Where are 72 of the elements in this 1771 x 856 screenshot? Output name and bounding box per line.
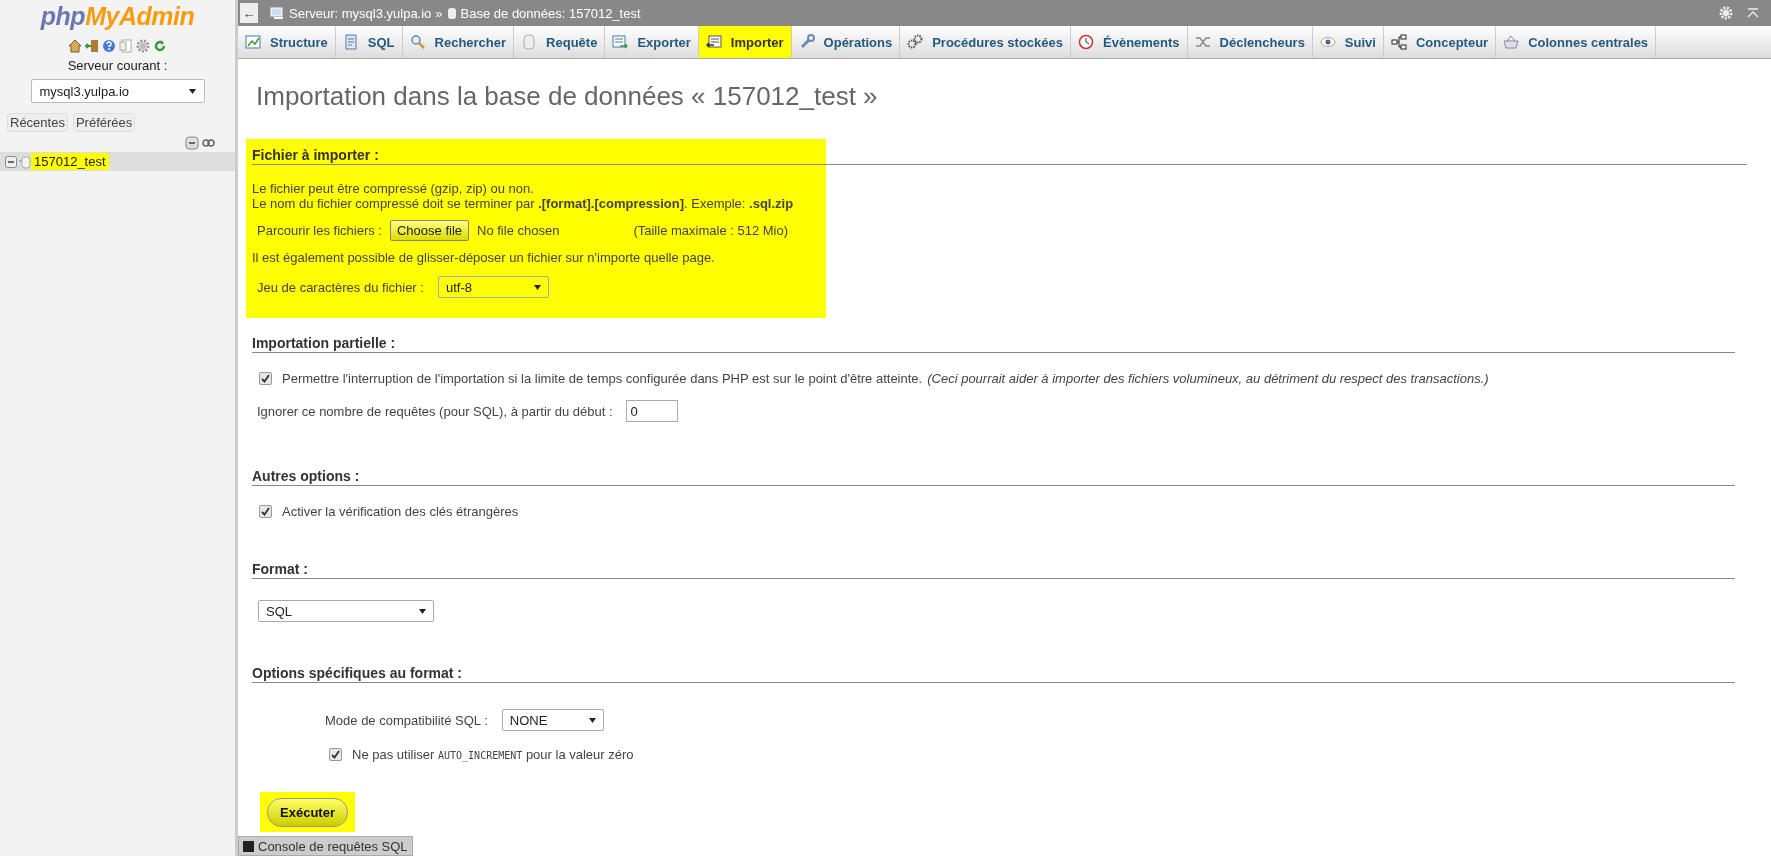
section-legend: Format :	[252, 561, 1735, 579]
diagram-icon	[1390, 34, 1407, 50]
logo[interactable]: phpMyAdmin	[40, 2, 195, 31]
max-size-text: (Taille maximale : 512 Mio)	[633, 223, 789, 238]
checkbox[interactable]	[259, 505, 272, 518]
page-title: Importation dans la base de données « 157012_test »	[256, 81, 879, 112]
export-icon	[612, 34, 629, 50]
dropdown-arrow-icon	[588, 717, 596, 723]
skip-label: Ignorer ce nombre de requêtes (pour SQL), à partir du début :	[257, 403, 613, 419]
compat-select[interactable]: NONE	[501, 709, 604, 731]
charset-label: Jeu de caractères du fichier :	[257, 279, 424, 295]
console-label: Console de requêtes SQL	[258, 838, 408, 854]
checkbox[interactable]	[329, 748, 342, 761]
skip-input-field[interactable]: 0	[625, 400, 678, 422]
database-link[interactable]: Base de données: 157012_test	[460, 5, 641, 21]
note-text: (Ceci pourrait aider à importer des fichiers volumineux, au détriment du respect des transactions.)	[927, 371, 1489, 386]
gear-icon[interactable]	[136, 39, 150, 53]
basket-icon	[1503, 34, 1520, 50]
shuffle-icon	[1194, 34, 1211, 50]
checkbox[interactable]	[259, 372, 272, 385]
scroll-icon	[342, 34, 359, 50]
dropdown-arrow-icon	[419, 608, 426, 614]
database-icon	[17, 154, 31, 169]
collapse-all-icon[interactable]	[185, 136, 199, 150]
file-status: No file chosen	[477, 223, 560, 238]
server-label: Serveur courant :	[67, 58, 168, 73]
browse-label: Parcourir les fichiers :	[257, 223, 382, 238]
database-icon	[446, 6, 457, 20]
format-select[interactable]: SQL	[258, 600, 434, 622]
import-icon	[705, 34, 722, 50]
settings-icon[interactable]	[1719, 6, 1733, 20]
server-link[interactable]: Serveur: mysql3.yulpa.io	[289, 5, 432, 21]
dropdown-arrow-icon	[533, 284, 541, 290]
collapse-icon[interactable]	[1747, 8, 1759, 18]
expander-icon[interactable]	[5, 155, 17, 168]
clock-icon	[1078, 34, 1094, 50]
back-button[interactable]: ←	[240, 3, 258, 23]
server-icon	[270, 6, 285, 20]
console-bar[interactable]: Console de requêtes SQL	[238, 836, 413, 856]
server-select[interactable]: mysql3.yulpa.io	[30, 79, 205, 103]
checkbox-label: Permettre l'interruption de l'importation si la limite de temps configurée dans PHP est sur le point d'être atteinte.	[282, 371, 923, 386]
choose-file-button[interactable]: Choose file	[390, 220, 470, 241]
eye-icon	[1319, 34, 1336, 50]
sidebar-tab-button[interactable]: Préférées	[72, 113, 136, 132]
door-icon[interactable]	[85, 39, 99, 53]
section-legend: Autres options :	[252, 468, 1735, 486]
hint-text: Le nom du fichier compressé doit se terminer par .[format].[compression]. Exemple: .sql.zip	[252, 196, 795, 211]
checkbox-label: Ne pas utiliser AUTO_INCREMENT pour la valeur zéro	[352, 747, 634, 762]
reload-icon[interactable]	[153, 39, 167, 53]
cylinder-icon	[521, 34, 538, 50]
wrench-icon	[798, 34, 815, 50]
section-legend: Options spécifiques au format :	[252, 665, 1735, 683]
database-link[interactable]: 157012_test	[31, 153, 109, 170]
table-icon	[245, 34, 261, 50]
section-legend: Fichier à importer :	[252, 147, 1747, 165]
home-icon[interactable]	[68, 39, 82, 53]
charset-select[interactable]: utf-8	[437, 276, 549, 298]
section-legend: Importation partielle :	[252, 335, 1735, 353]
magnifier-icon	[409, 34, 426, 50]
help-icon[interactable]	[102, 39, 116, 53]
checkbox-label: Activer la vérification des clés étrangères	[282, 504, 519, 519]
breadcrumb-separator: »	[435, 5, 443, 21]
tab[interactable]: Importer	[698, 26, 792, 58]
hint-text: Le fichier peut être compressé (gzip, zip) ou non.	[252, 181, 535, 196]
execute-button[interactable]: Exécuter	[267, 797, 348, 827]
compat-label: Mode de compatibilité SQL :	[325, 712, 488, 728]
console-icon	[243, 840, 254, 852]
drag-drop-hint: Il est également possible de glisser-déposer un fichier sur n'importe quelle page.	[252, 250, 716, 265]
gears-icon	[907, 34, 924, 50]
dropdown-arrow-icon	[188, 88, 196, 94]
link-icon[interactable]	[202, 139, 215, 147]
sidebar-tab-button[interactable]: Récentes	[7, 113, 68, 132]
